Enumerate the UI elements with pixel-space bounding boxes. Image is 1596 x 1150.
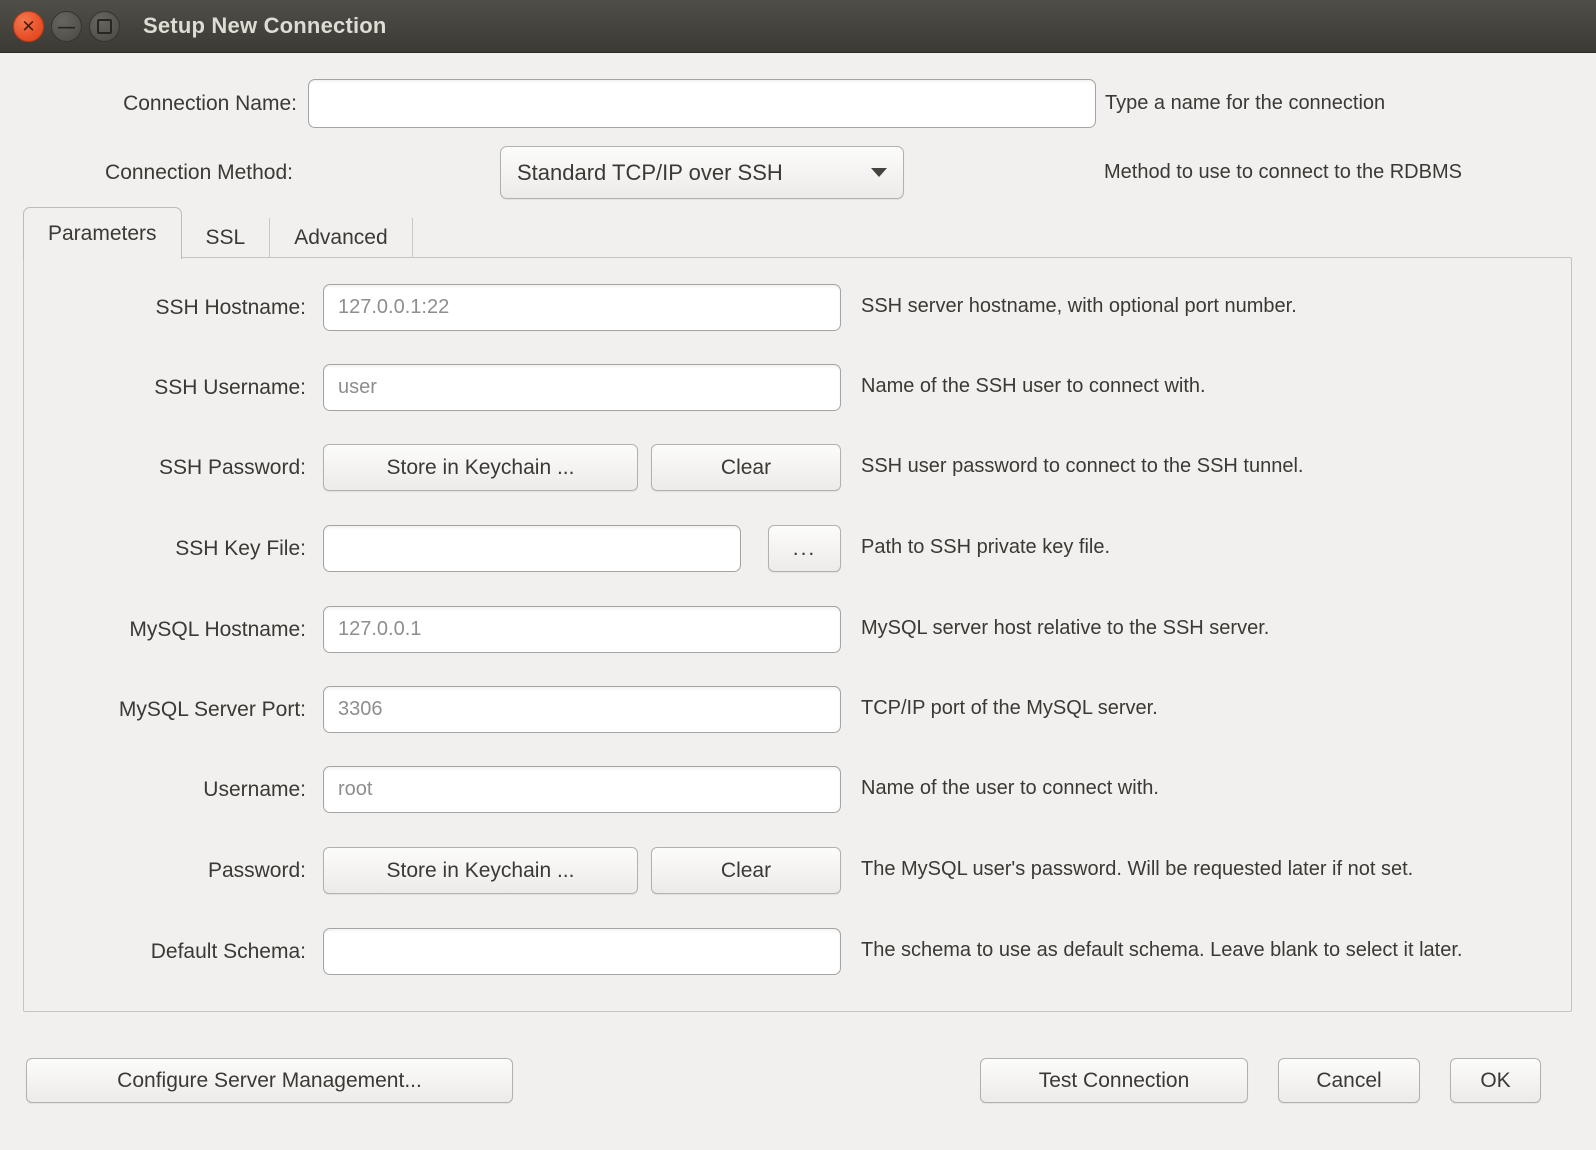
- connection-name-label: Connection Name:: [0, 79, 297, 128]
- ok-label: OK: [1480, 1069, 1510, 1093]
- ssh-username-input[interactable]: [323, 364, 841, 411]
- configure-server-management-label: Configure Server Management...: [117, 1069, 422, 1093]
- ssh-password-label: SSH Password:: [24, 444, 306, 491]
- password-clear-label: Clear: [721, 859, 771, 883]
- tab-ssl[interactable]: SSL: [182, 218, 271, 258]
- window-title: Setup New Connection: [143, 13, 387, 39]
- ssh-username-label: SSH Username:: [24, 364, 306, 411]
- password-store-keychain-label: Store in Keychain ...: [387, 859, 575, 883]
- parameters-panel: SSH Hostname: SSH server hostname, with …: [23, 257, 1572, 1012]
- ssh-key-file-input[interactable]: [323, 525, 741, 572]
- mysql-hostname-label: MySQL Hostname:: [24, 606, 306, 653]
- default-schema-hint: The schema to use as default schema. Lea…: [861, 928, 1556, 963]
- configure-server-management-button[interactable]: Configure Server Management...: [26, 1058, 513, 1103]
- maximize-icon: [97, 19, 112, 34]
- username-label: Username:: [24, 766, 306, 813]
- ssh-key-file-browse-button[interactable]: ...: [768, 525, 841, 572]
- ssh-hostname-label: SSH Hostname:: [24, 284, 306, 331]
- ssh-key-file-label: SSH Key File:: [24, 525, 306, 572]
- cancel-button[interactable]: Cancel: [1278, 1058, 1420, 1103]
- default-schema-label: Default Schema:: [24, 928, 306, 975]
- password-store-keychain-button[interactable]: Store in Keychain ...: [323, 847, 638, 894]
- ssh-password-store-keychain-label: Store in Keychain ...: [387, 456, 575, 480]
- ssh-password-clear-label: Clear: [721, 456, 771, 480]
- close-button[interactable]: ✕: [13, 11, 44, 42]
- default-schema-input[interactable]: [323, 928, 841, 975]
- ok-button[interactable]: OK: [1450, 1058, 1541, 1103]
- tab-parameters[interactable]: Parameters: [23, 207, 182, 259]
- connection-name-input[interactable]: [308, 79, 1096, 128]
- mysql-hostname-hint: MySQL server host relative to the SSH se…: [861, 606, 1556, 641]
- test-connection-label: Test Connection: [1039, 1069, 1190, 1093]
- tab-advanced[interactable]: Advanced: [270, 218, 412, 258]
- minimize-button[interactable]: —: [51, 11, 82, 42]
- mysql-server-port-label: MySQL Server Port:: [24, 686, 306, 733]
- ssh-key-file-browse-label: ...: [793, 537, 817, 561]
- password-label: Password:: [24, 847, 306, 894]
- connection-name-hint: Type a name for the connection: [1105, 79, 1385, 128]
- chevron-down-icon: [871, 168, 887, 177]
- password-clear-button[interactable]: Clear: [651, 847, 841, 894]
- connection-method-hint: Method to use to connect to the RDBMS: [1104, 146, 1462, 199]
- tab-ssl-label: SSL: [206, 226, 246, 250]
- mysql-hostname-input[interactable]: [323, 606, 841, 653]
- username-hint: Name of the user to connect with.: [861, 766, 1556, 801]
- title-bar: ✕ — Setup New Connection: [0, 0, 1596, 53]
- tab-advanced-label: Advanced: [294, 226, 387, 250]
- mysql-server-port-input[interactable]: [323, 686, 841, 733]
- connection-method-dropdown[interactable]: Standard TCP/IP over SSH: [500, 146, 904, 199]
- connection-method-label: Connection Method:: [0, 146, 293, 199]
- ssh-username-hint: Name of the SSH user to connect with.: [861, 364, 1556, 399]
- tab-strip: Parameters SSL Advanced: [23, 207, 413, 258]
- ssh-hostname-hint: SSH server hostname, with optional port …: [861, 284, 1556, 319]
- username-input[interactable]: [323, 766, 841, 813]
- ssh-password-clear-button[interactable]: Clear: [651, 444, 841, 491]
- connection-method-selected: Standard TCP/IP over SSH: [517, 160, 783, 186]
- cancel-label: Cancel: [1316, 1069, 1381, 1093]
- ssh-password-hint: SSH user password to connect to the SSH …: [861, 444, 1556, 479]
- tab-parameters-label: Parameters: [48, 222, 157, 246]
- test-connection-button[interactable]: Test Connection: [980, 1058, 1248, 1103]
- ssh-key-file-hint: Path to SSH private key file.: [861, 525, 1556, 560]
- maximize-button[interactable]: [89, 11, 120, 42]
- minimize-icon: —: [58, 18, 75, 35]
- ssh-password-store-keychain-button[interactable]: Store in Keychain ...: [323, 444, 638, 491]
- mysql-server-port-hint: TCP/IP port of the MySQL server.: [861, 686, 1556, 721]
- password-hint: The MySQL user's password. Will be reque…: [861, 847, 1556, 882]
- ssh-hostname-input[interactable]: [323, 284, 841, 331]
- close-icon: ✕: [21, 18, 35, 35]
